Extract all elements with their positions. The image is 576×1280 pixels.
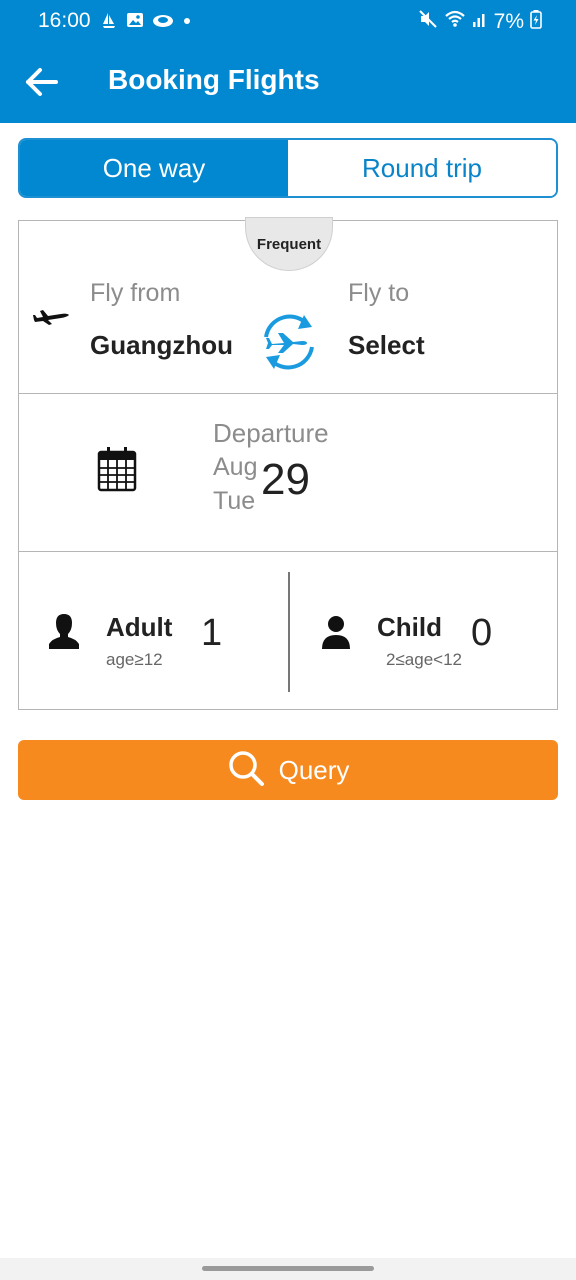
system-nav-bar [0,1258,576,1280]
battery-charging-icon [530,9,542,35]
fly-to-value: Select [348,330,425,360]
flight-search-card: Frequent Fly from Guangzhou Fly to Selec… [18,217,558,710]
fly-from-label: Fly from [90,279,181,307]
adult-label: Adult [106,612,173,642]
airplane-icon [33,307,71,334]
home-indicator[interactable] [202,1266,374,1271]
status-time: 16:00 [38,9,91,32]
date-month: Aug [213,453,258,481]
cloud-icon [152,11,174,34]
departure-date-field[interactable]: Departure Aug Tue 29 [213,418,329,519]
app-bar: Booking Flights [0,40,576,123]
status-icons-right: 7% [418,9,542,35]
wifi-icon [444,9,466,35]
status-icons-left [100,11,192,34]
calendar-icon [97,446,137,497]
fly-from-field[interactable]: Fly from Guangzhou [90,279,233,361]
status-bar: 16:00 7% [0,0,576,40]
signal-icon [472,9,488,35]
query-button-label: Query [278,754,350,785]
child-label: Child [377,612,442,642]
swap-route-button[interactable] [254,307,324,377]
departure-date-row[interactable]: Departure Aug Tue 29 [19,394,557,552]
page-title: Booking Flights [108,64,320,95]
adult-count: 1 [201,612,223,654]
back-arrow-icon [26,68,58,96]
image-icon [126,11,144,34]
mute-icon [418,9,438,35]
swap-plane-icon [264,314,314,370]
fly-to-label: Fly to [348,279,410,307]
adult-age-rule: age≥12 [106,650,163,669]
child-count: 0 [471,612,493,654]
date-display: Aug Tue 29 [213,449,329,519]
tab-round-trip[interactable]: Round trip [288,140,556,196]
child-age-rule: 2≤age<12 [386,650,462,669]
departure-label: Departure [213,418,329,448]
date-day: 29 [261,455,310,504]
search-icon [227,749,265,792]
sailboat-icon [100,11,118,34]
child-passenger-selector[interactable]: Child 2≤age<12 0 [290,552,557,710]
tab-one-way[interactable]: One way [20,140,288,196]
adult-person-icon [47,612,81,655]
dot-icon [182,11,192,34]
adult-passenger-selector[interactable]: Adult age≥12 1 [19,552,288,710]
trip-type-toggle: One way Round trip [18,138,558,198]
back-button[interactable] [22,62,62,102]
route-row: Frequent Fly from Guangzhou Fly to Selec… [19,217,557,394]
date-weekday: Tue [213,487,256,515]
query-button[interactable]: Query [18,740,558,800]
passenger-row: Adult age≥12 1 Child 2≤age<12 0 [19,552,557,710]
fly-from-value: Guangzhou [90,330,233,360]
fly-to-field[interactable]: Fly to Select [348,279,425,361]
child-person-icon [320,614,352,655]
frequent-routes-button[interactable]: Frequent [245,217,333,271]
battery-percent: 7% [493,10,524,33]
